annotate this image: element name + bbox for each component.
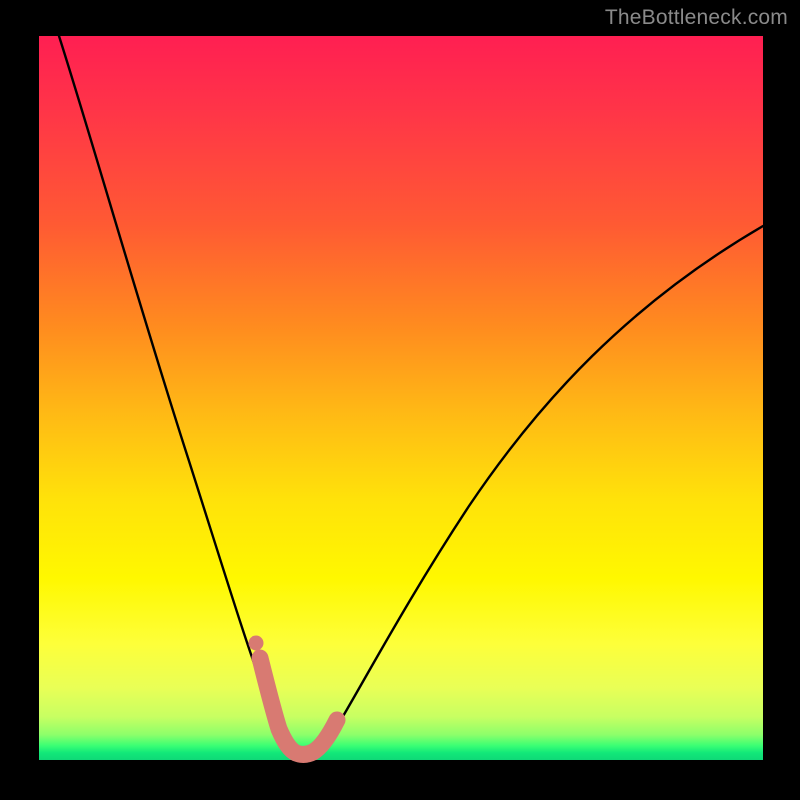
- highlight-segment: [260, 658, 337, 754]
- chart-frame: TheBottleneck.com: [0, 0, 800, 800]
- chart-svg: [39, 36, 763, 760]
- bottleneck-curve: [59, 36, 763, 754]
- plot-area: [39, 36, 763, 760]
- highlight-dot: [249, 636, 264, 651]
- watermark-text: TheBottleneck.com: [605, 6, 788, 30]
